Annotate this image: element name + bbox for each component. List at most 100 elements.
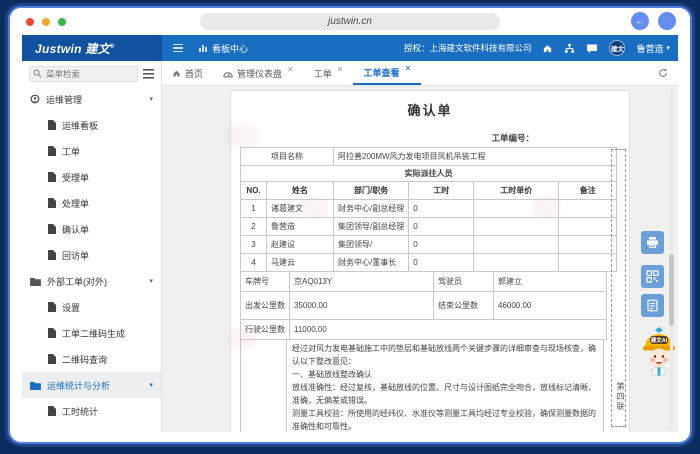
app-body: 运维管理 ▾ 运维看板 工单 受理单 [22,61,678,432]
justwin-logo: Justwin 建文® [35,40,115,57]
main-area: 首页 管理仪表盘 ✕ 工单 ✕ 工单查看 ✕ [162,61,678,432]
close-icon[interactable]: ✕ [337,65,344,74]
project-value: 阿拉善200MW风力发电项目风机吊装工程 [334,148,617,166]
copy-strip: 第四联 [611,149,626,427]
chevron-down-icon: ▾ [149,381,153,389]
menu-search-input[interactable] [29,66,138,82]
screen: justwin.cn ← Justwin 建文® 看板中心 授权：上海建 [0,0,700,454]
plate-label: 车牌号 [241,272,290,292]
board-center-label: 看板中心 [212,42,248,55]
profile-button[interactable] [658,12,676,30]
sidebar-item-return-visit[interactable]: 回访单 [22,242,161,268]
tab-work-order[interactable]: 工单 ✕ [304,61,354,85]
messages-icon[interactable] [586,43,598,54]
menu-collapse-icon[interactable] [173,44,183,53]
sidebar-search-row [22,61,161,86]
content-area: 确认单 工单编号： 项目名称 阿拉善200MW风力发电项目风机吊装工程 实际派往… [162,86,678,432]
jianwen-badge[interactable]: 建文 [609,40,625,56]
url-text: justwin.cn [328,16,372,27]
browser-chrome: justwin.cn ← [10,8,690,35]
browser-window: justwin.cn ← Justwin 建文® 看板中心 授权：上海建 [8,6,692,444]
remark-label-cell [241,340,287,433]
ops-management-icon [30,94,40,104]
doc-icon [48,172,56,182]
doc-icon [48,302,56,312]
remark-cell: 经过对风力发电基础施工中的垫层和基础放线两个关键步骤的详细审查与现场核查，确认以… [287,340,604,433]
card-icon [646,299,659,312]
sidebar-item-hours-statistics[interactable]: 工时统计 [22,398,161,424]
tab-home[interactable]: 首页 [162,61,213,85]
header-right: 授权：上海建文软件科技有限公司 建文 鲁营造 ▾ [404,40,678,56]
doc-icon [48,224,56,234]
doc-icon [48,354,56,364]
watermark-stamp [531,195,561,219]
personnel-section-title: 实际派往人员 [241,166,617,182]
doc-icon [48,198,56,208]
sidebar-item-acceptance[interactable]: 受理单 [22,164,161,190]
table-row: 4 马建云 财务中心/董事长 0 [241,254,617,272]
sidebar-group-ops-management[interactable]: 运维管理 ▾ [22,86,161,112]
refresh-tab-button[interactable] [648,61,678,85]
printer-icon [646,236,659,249]
gauge-icon [223,69,233,78]
close-window-button[interactable] [26,18,34,26]
sidebar-item-work-order[interactable]: 工单 [22,138,161,164]
sidebar-item-qrcode-query[interactable]: 二维码查询 [22,346,161,372]
sidebar-item-confirmation[interactable]: 确认单 [22,216,161,242]
sidebar-item-ops-board[interactable]: 运维看板 [22,112,161,138]
mascot-label: 建文AI [651,336,668,344]
remark-table: 经过对风力发电基础施工中的垫层和基础放线两个关键步骤的详细审查与现场核查，确认以… [240,339,604,432]
table-row: 2 鲁营造 集团领导/副总经理 0 [241,218,617,236]
watermark-stamp [225,123,259,149]
tab-bar: 首页 管理仪表盘 ✕ 工单 ✕ 工单查看 ✕ [162,61,678,86]
home-icon [172,69,181,78]
sidebar: 运维管理 ▾ 运维看板 工单 受理单 [22,61,162,432]
end-km-label: 结束公里数 [434,292,494,320]
close-icon[interactable]: ✕ [404,64,411,73]
org-chart-icon[interactable] [564,43,575,54]
scrollbar-thumb[interactable] [669,254,674,326]
tab-work-order-view[interactable]: 工单查看 ✕ [353,61,421,85]
confirmation-document: 确认单 工单编号： 项目名称 阿拉善200MW风力发电项目风机吊装工程 实际派往… [230,90,630,432]
user-menu[interactable]: 鲁营造 ▾ [636,42,670,55]
qrcode-button[interactable] [641,265,664,288]
address-bar[interactable]: justwin.cn [200,13,500,30]
vehicle-table: 车牌号 京AQ013Y 驾驶员 郭建立 出发公里数 35000.00 结束公里数 [240,271,607,340]
search-icon [33,69,42,80]
start-km-value: 35000.00 [290,292,434,320]
project-label: 项目名称 [241,148,334,166]
user-name: 鲁营造 [636,42,663,55]
order-number-label: 工单编号： [231,132,534,144]
print-button[interactable] [641,231,664,254]
tab-dashboard[interactable]: 管理仪表盘 ✕ [213,61,304,85]
minimize-window-button[interactable] [42,18,50,26]
driver-label: 驾驶员 [434,272,494,292]
sidebar-group-external-orders[interactable]: 外部工单(对外) ▾ [22,268,161,294]
app-frame: Justwin 建文® 看板中心 授权：上海建文软件科技有限公司 [22,35,678,432]
sidebar-item-qrcode-generate[interactable]: 工单二维码生成 [22,320,161,346]
driver-value: 郭建立 [494,272,607,292]
sidebar-item-processing[interactable]: 处理单 [22,190,161,216]
helmet-top-icon [655,327,663,333]
traffic-lights [26,18,66,26]
end-km-value: 46000.00 [494,292,607,320]
copy-label: 第四联 [615,382,626,412]
doc-icon [48,120,56,130]
chevron-down-icon: ▾ [149,95,153,103]
document-card-button[interactable] [641,294,664,317]
close-icon[interactable]: ✕ [287,65,294,74]
folder-open-icon [30,381,41,390]
home-icon[interactable] [542,43,553,54]
board-center-menu[interactable]: 看板中心 [198,42,248,55]
sidebar-item-order-statistics[interactable]: 工单统计 [22,424,161,432]
sidebar-item-settings[interactable]: 设置 [22,294,161,320]
watermark-stamp [227,327,257,351]
menu-list-toggle-icon[interactable] [143,69,154,79]
logo-zone: Justwin 建文® [22,35,162,61]
back-button[interactable]: ← [631,12,649,30]
bar-chart-icon [198,43,208,53]
sidebar-group-ops-statistics[interactable]: 运维统计与分析 ▾ [22,372,161,398]
zoom-window-button[interactable] [58,18,66,26]
doc-icon [48,328,56,338]
start-km-label: 出发公里数 [241,292,290,320]
